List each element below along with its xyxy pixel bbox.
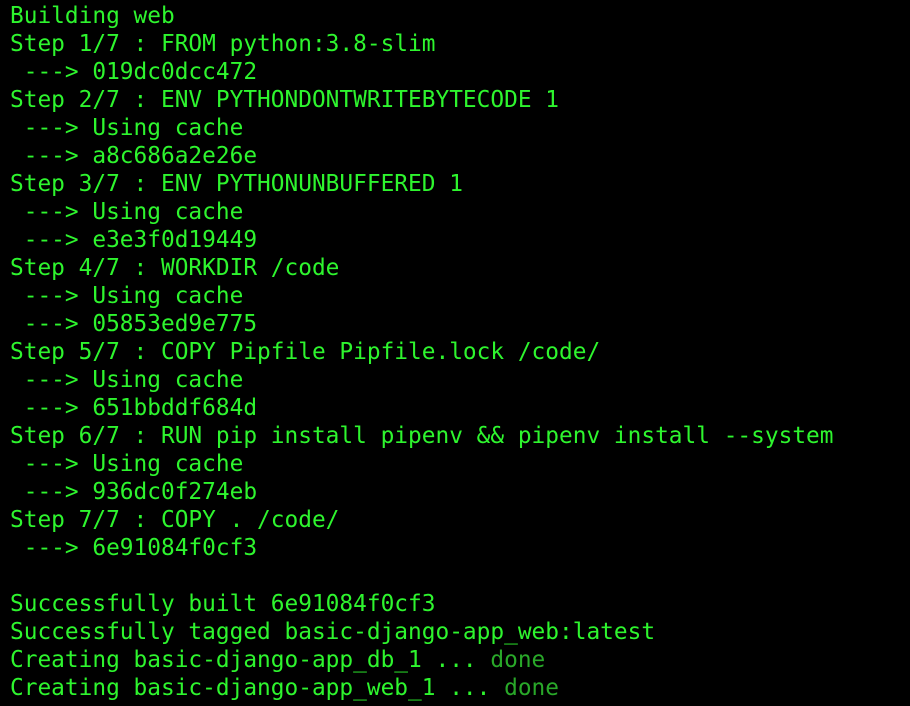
line-text: ---> Using cache [10, 451, 244, 477]
terminal-line: Step 7/7 : COPY . /code/ [10, 506, 834, 534]
line-text: ---> a8c686a2e26e [10, 143, 258, 169]
terminal-line: Step 2/7 : ENV PYTHONDONTWRITEBYTECODE 1 [10, 86, 834, 114]
line-text: ---> Using cache [10, 115, 244, 141]
line-text: ---> 05853ed9e775 [10, 311, 258, 337]
terminal-line: ---> 651bbddf684d [10, 394, 834, 422]
terminal-line: Step 1/7 : FROM python:3.8-slim [10, 30, 834, 58]
terminal-line: ---> a8c686a2e26e [10, 142, 834, 170]
terminal-line: Successfully built 6e91084f0cf3 [10, 590, 834, 618]
line-text: Building web [10, 3, 175, 29]
line-text: ---> 019dc0dcc472 [10, 59, 258, 85]
status-done: done [504, 675, 560, 701]
line-text: Creating basic-django-app_db_1 ... [10, 647, 491, 673]
terminal-line: ---> 6e91084f0cf3 [10, 534, 834, 562]
line-text: Step 6/7 : RUN pip install pipenv && pip… [10, 423, 834, 449]
line-text: ---> Using cache [10, 367, 244, 393]
line-text: Creating basic-django-app_web_1 ... [10, 675, 505, 701]
terminal-line: Step 3/7 : ENV PYTHONUNBUFFERED 1 [10, 170, 834, 198]
line-text: ---> 651bbddf684d [10, 395, 258, 421]
line-text: ---> e3e3f0d19449 [10, 227, 258, 253]
line-text: Step 3/7 : ENV PYTHONUNBUFFERED 1 [10, 171, 463, 197]
terminal-line: ---> 936dc0f274eb [10, 478, 834, 506]
terminal-line: ---> Using cache [10, 450, 834, 478]
terminal-line: Successfully tagged basic-django-app_web… [10, 618, 834, 646]
line-text: ---> 936dc0f274eb [10, 479, 258, 505]
terminal-line: Step 5/7 : COPY Pipfile Pipfile.lock /co… [10, 338, 834, 366]
terminal-line: ---> Using cache [10, 366, 834, 394]
line-text: Step 2/7 : ENV PYTHONDONTWRITEBYTECODE 1 [10, 87, 559, 113]
line-text: Successfully built 6e91084f0cf3 [10, 591, 436, 617]
terminal-line: Step 6/7 : RUN pip install pipenv && pip… [10, 422, 834, 450]
line-text: Step 1/7 : FROM python:3.8-slim [10, 31, 436, 57]
line-text: Step 7/7 : COPY . /code/ [10, 507, 340, 533]
line-text: Step 5/7 : COPY Pipfile Pipfile.lock /co… [10, 339, 601, 365]
terminal-line: Building web [10, 2, 834, 30]
line-text: ---> 6e91084f0cf3 [10, 535, 258, 561]
line-text: Step 4/7 : WORKDIR /code [10, 255, 340, 281]
terminal-line: ---> 05853ed9e775 [10, 310, 834, 338]
terminal-line: ---> Using cache [10, 282, 834, 310]
status-done: done [490, 647, 546, 673]
line-text: Successfully tagged basic-django-app_web… [10, 619, 656, 645]
line-text: ---> Using cache [10, 199, 244, 225]
terminal-line: Creating basic-django-app_db_1 ... done [10, 646, 834, 674]
line-text: ---> Using cache [10, 283, 244, 309]
terminal-line: Creating basic-django-app_web_1 ... done [10, 674, 834, 702]
terminal-line: ---> Using cache [10, 114, 834, 142]
terminal-line: ---> e3e3f0d19449 [10, 226, 834, 254]
terminal-line: ---> Using cache [10, 198, 834, 226]
terminal-output: Building web Step 1/7 : FROM python:3.8-s… [10, 2, 834, 702]
terminal-line: ---> 019dc0dcc472 [10, 58, 834, 86]
terminal-line: Step 4/7 : WORKDIR /code [10, 254, 834, 282]
